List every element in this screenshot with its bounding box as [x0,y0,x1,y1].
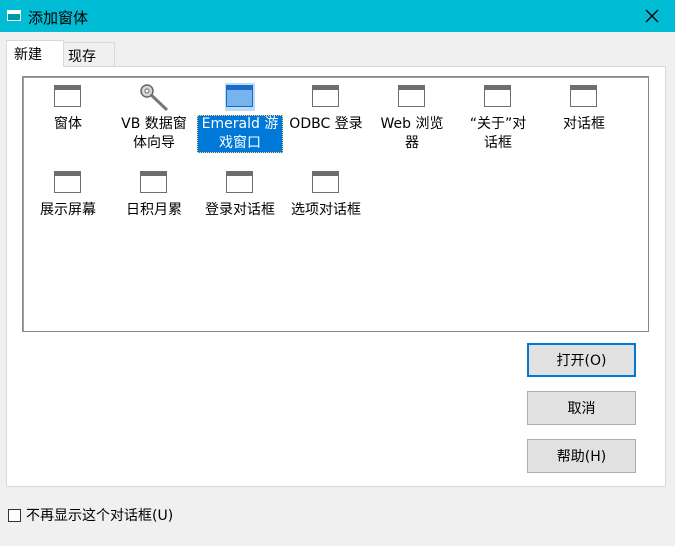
form-window-icon [569,83,599,111]
list-item-label: 登录对话框 [205,202,275,218]
list-item-label: ODBC 登录 [289,116,363,132]
list-item-splash-screen[interactable]: 展示屏幕 [25,169,111,220]
list-item-dialog[interactable]: 对话框 [541,83,627,134]
open-button[interactable]: 打开(O) [527,343,636,377]
form-window-icon [483,83,513,111]
list-item-label: 窗体 [54,116,82,132]
list-item-label: 对话框 [563,116,605,132]
dont-show-again-label: 不再显示这个对话框(U) [26,508,174,524]
title-bar: 添加窗体 [0,0,675,32]
list-item-label: Emerald 游戏窗口 [197,115,283,153]
list-item-label: Web 浏览器 [380,116,444,151]
tab-existing[interactable]: 现存 [64,42,115,66]
list-item-emerald-game-window[interactable]: Emerald 游戏窗口 [197,83,283,153]
dont-show-again-checkbox[interactable] [8,508,21,522]
form-window-icon [311,169,341,197]
form-window-icon [225,83,255,111]
cancel-button[interactable]: 取消 [527,391,636,425]
form-window-icon [139,169,169,197]
list-item-form[interactable]: 窗体 [25,83,111,134]
list-item-label: “关于”对话框 [469,116,527,151]
close-button[interactable] [629,0,675,32]
window-title: 添加窗体 [28,9,89,27]
list-item-label: 选项对话框 [291,202,361,218]
list-item-label: 日积月累 [126,202,182,218]
help-button[interactable]: 帮助(H) [527,439,636,473]
form-window-icon [397,83,427,111]
list-item-about-dialog[interactable]: “关于”对话框 [455,83,541,153]
dont-show-again-row[interactable]: 不再显示这个对话框(U) [8,505,173,525]
form-window-icon [53,83,83,111]
close-icon [645,9,659,23]
tab-new[interactable]: 新建 [6,40,64,67]
list-item-login-dialog[interactable]: 登录对话框 [197,169,283,220]
list-item-web-browser[interactable]: Web 浏览器 [369,83,455,153]
list-item-options-dialog[interactable]: 选项对话框 [283,169,369,220]
form-window-icon [53,169,83,197]
wizard-wand-icon [139,83,169,112]
list-item-label: VB 数据窗体向导 [121,116,187,151]
app-window-icon [7,10,21,21]
list-item-vb-data-form-wizard[interactable]: VB 数据窗体向导 [111,83,197,153]
template-list-view[interactable]: 窗体 VB 数据窗体向导 Emerald 游戏窗口 ODBC 登录 Web 浏览… [22,76,649,332]
list-item-tip-of-the-day[interactable]: 日积月累 [111,169,197,220]
list-item-odbc-login[interactable]: ODBC 登录 [283,83,369,134]
list-item-label: 展示屏幕 [40,202,96,218]
form-window-icon [311,83,341,111]
form-window-icon [225,169,255,197]
